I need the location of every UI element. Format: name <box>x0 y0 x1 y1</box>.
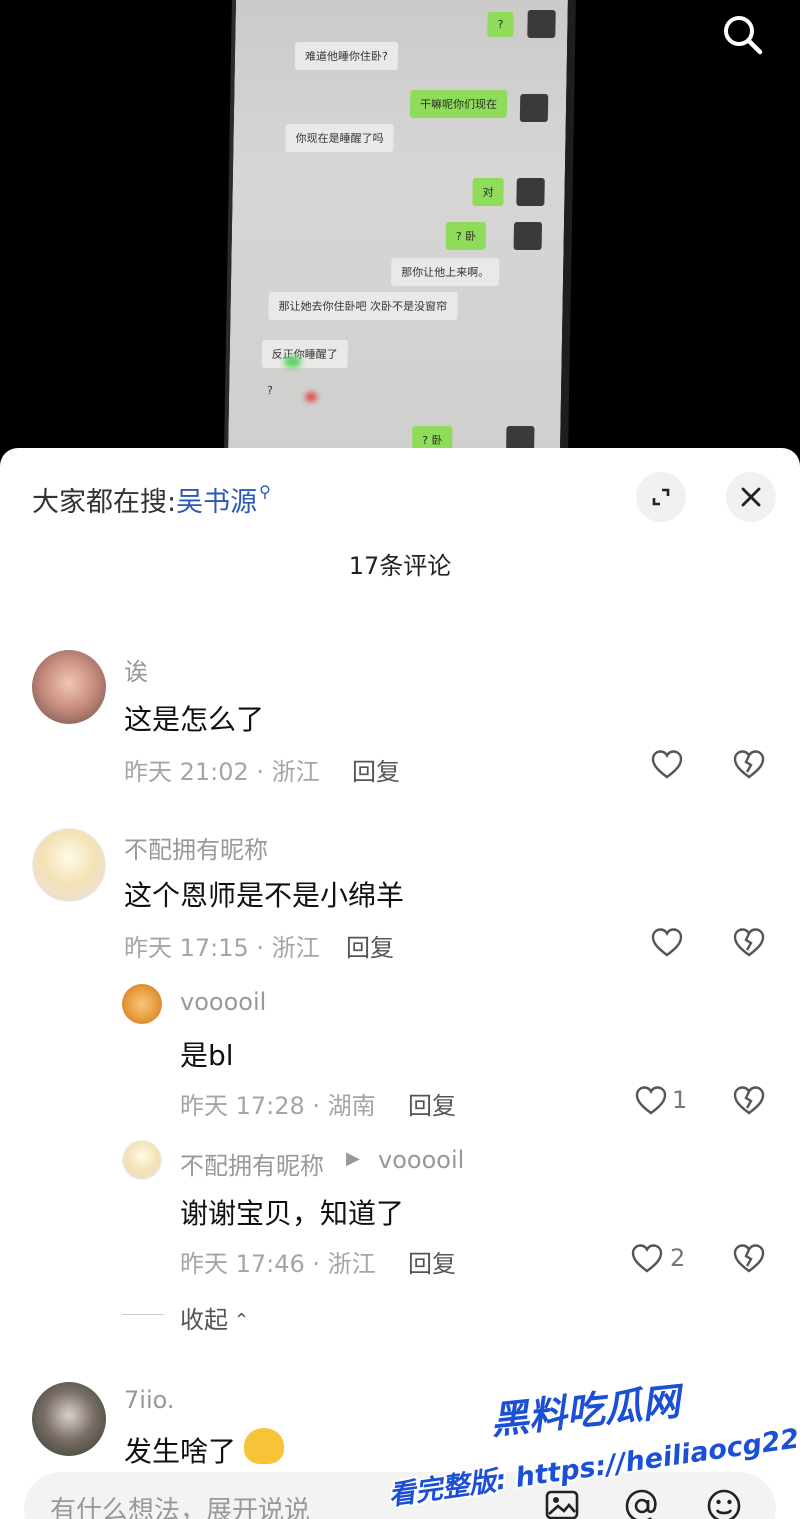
chat-line: 那让她去你住卧吧 次卧不是没窗帘 <box>268 292 458 320</box>
chat-line: 难道他睡你住卧? <box>294 42 399 70</box>
collapse-label: 收起 <box>180 1306 228 1334</box>
watermark-title: 黑料吃瓜网 <box>488 1379 683 1443</box>
trending-prefix: 大家都在搜: <box>32 487 177 518</box>
avatar[interactable] <box>122 1140 162 1180</box>
chat-line: 那你让他上来啊。 <box>390 258 500 286</box>
dislike-broken-heart-icon[interactable] <box>732 1242 766 1276</box>
reply-meta: 昨天 17:46 · 浙江 <box>180 1250 376 1278</box>
comment-count: 17条评论 <box>348 552 452 580</box>
like-heart-icon[interactable] <box>650 926 684 960</box>
comment-text: 这个恩师是不是小绵羊 <box>124 879 405 912</box>
chat-avatar <box>519 94 549 122</box>
like-count: 2 <box>670 1244 686 1272</box>
chevron-up-icon: ⌃ <box>234 1310 250 1331</box>
chat-avatar <box>516 178 545 206</box>
chat-screenshot-photo: ? 难道他睡你住卧? 干嘛呢你们现在 你现在是睡醒了吗 对 ? 卧 那你让他上来… <box>223 0 577 460</box>
reply-text: 谢谢宝贝，知道了 <box>180 1197 405 1230</box>
reply-meta: 昨天 17:28 · 湖南 <box>180 1092 376 1120</box>
chat-avatar <box>513 222 543 250</box>
collapse-divider <box>122 1314 164 1315</box>
video-player[interactable]: ? 难道他睡你住卧? 干嘛呢你们现在 你现在是睡醒了吗 对 ? 卧 那你让他上来… <box>0 0 800 470</box>
reply-username[interactable]: vooooil <box>180 988 266 1016</box>
reply-username[interactable]: 不配拥有昵称 <box>180 1146 324 1181</box>
chat-line: ? <box>487 12 514 37</box>
expand-icon <box>652 488 670 506</box>
trending-keyword[interactable]: 吴书源 <box>176 487 257 518</box>
comment-meta: 昨天 21:02 · 浙江 <box>124 758 320 786</box>
trending-search[interactable]: 大家都在搜:吴书源 ⚲ <box>32 480 271 519</box>
search-small-icon: ⚲ <box>259 482 271 501</box>
emoji-icon <box>244 1428 284 1464</box>
sheet-header: 大家都在搜:吴书源 ⚲ 17条评论 <box>0 448 800 580</box>
comment-username[interactable]: 7iio. <box>124 1386 175 1414</box>
comment-username[interactable]: 不配拥有昵称 <box>124 830 268 865</box>
like-count: 1 <box>672 1086 688 1114</box>
comment-meta: 昨天 17:15 · 浙江 <box>124 934 320 962</box>
like-heart-icon[interactable] <box>630 1242 664 1276</box>
light-glare <box>283 356 302 368</box>
dislike-broken-heart-icon[interactable] <box>732 748 766 782</box>
dislike-broken-heart-icon[interactable] <box>732 1084 766 1118</box>
avatar[interactable] <box>32 650 106 724</box>
close-icon <box>741 487 761 507</box>
reply-button[interactable]: 回复 <box>408 1244 456 1279</box>
comment-text: 这是怎么了 <box>124 703 265 736</box>
comment-username[interactable]: 诶 <box>124 652 148 687</box>
watermark: 黑料吃瓜网 看完整版: https://heiliaocg22.com <box>386 1379 800 1519</box>
like-heart-icon[interactable] <box>634 1084 668 1118</box>
reply-button[interactable]: 回复 <box>408 1086 456 1121</box>
chat-line: 对 <box>472 178 504 206</box>
chat-avatar <box>527 10 556 38</box>
chat-line: ? 卧 <box>445 222 487 250</box>
reply-to-username[interactable]: vooooil <box>378 1146 464 1174</box>
screen: ? 难道他睡你住卧? 干嘛呢你们现在 你现在是睡醒了吗 对 ? 卧 那你让他上来… <box>0 0 800 1519</box>
avatar[interactable] <box>32 828 106 902</box>
light-glare <box>304 392 318 402</box>
chat-line: 反正你睡醒了 <box>261 340 348 368</box>
reply-text: 是bl <box>180 1039 234 1072</box>
chat-line: 干嘛呢你们现在 <box>409 90 508 118</box>
search-icon <box>724 16 763 55</box>
close-button[interactable] <box>726 472 776 522</box>
chat-line: ? <box>266 384 274 397</box>
comment-sheet: 大家都在搜:吴书源 ⚲ 17条评论 <box>0 448 800 1519</box>
comment-text: 发生啥了 <box>124 1435 237 1468</box>
reply-button[interactable]: 回复 <box>346 928 394 963</box>
dislike-broken-heart-icon[interactable] <box>732 926 766 960</box>
avatar[interactable] <box>122 984 162 1024</box>
avatar[interactable] <box>32 1382 106 1456</box>
reply-button[interactable]: 回复 <box>352 752 400 787</box>
comment-input[interactable]: 有什么想法，展开说说 <box>50 1490 310 1519</box>
search-button[interactable] <box>720 12 764 56</box>
collapse-replies-button[interactable]: 收起 ⌃ <box>180 1300 249 1335</box>
reply-arrow-icon: ▶ <box>346 1148 360 1169</box>
expand-button[interactable] <box>636 472 686 522</box>
like-heart-icon[interactable] <box>650 748 684 782</box>
chat-line: 你现在是睡醒了吗 <box>285 124 394 152</box>
